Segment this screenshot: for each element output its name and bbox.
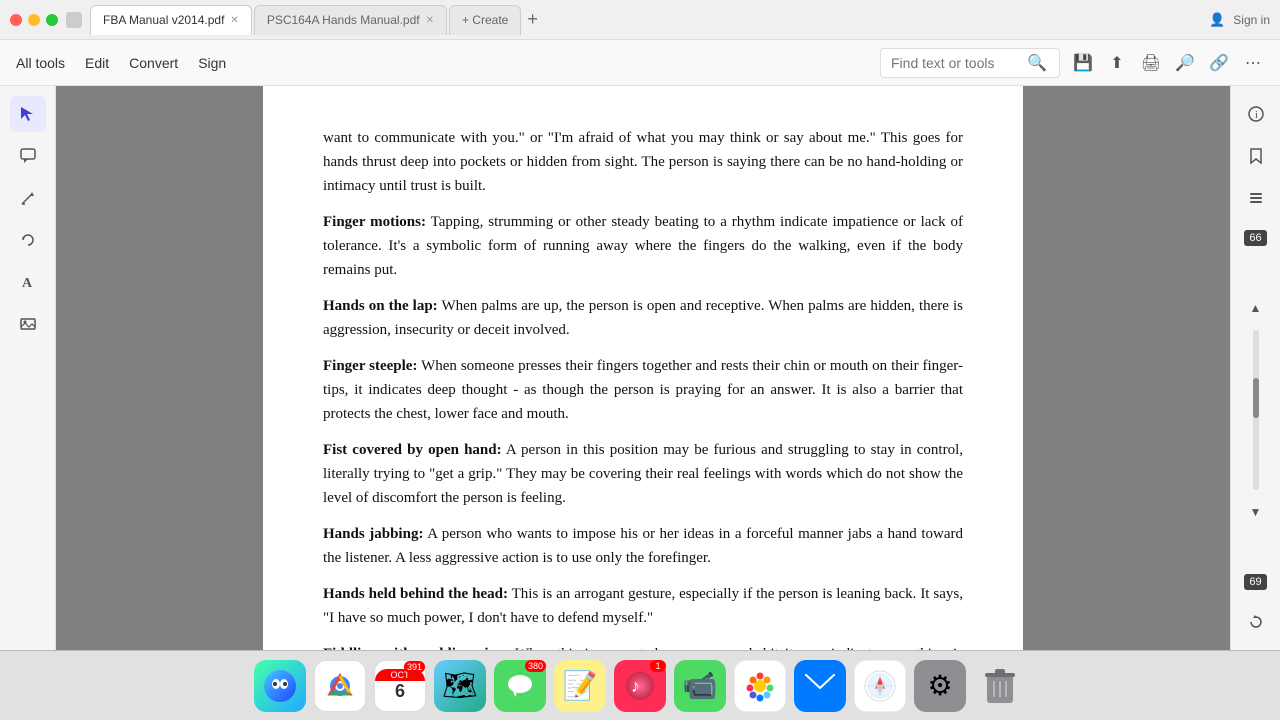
browser-bar: FBA Manual v2014.pdf ✕ PSC164A Hands Man… xyxy=(0,0,1280,40)
toolbar-right: 🔍 💾 ⬆ 🖨 🔎 🔗 ⋯ xyxy=(880,48,1264,78)
calendar-dock-icon[interactable]: OCT 6 391 xyxy=(374,660,426,712)
photos-dock-icon[interactable] xyxy=(734,660,786,712)
safari-dock-icon[interactable] xyxy=(854,660,906,712)
paragraph-8: Fiddling with wedding ring: When this is… xyxy=(323,642,963,650)
all-tools-menu[interactable]: All tools xyxy=(16,51,65,75)
right-sidebar: i 66 ▲ ▼ 69 xyxy=(1230,86,1280,650)
search-icon[interactable]: 🔍 xyxy=(1027,53,1047,73)
close-button[interactable] xyxy=(10,14,22,26)
messages-dock-icon[interactable]: 380 xyxy=(494,660,546,712)
maximize-button[interactable] xyxy=(46,14,58,26)
edit-menu[interactable]: Edit xyxy=(85,51,109,75)
settings-dock-icon[interactable]: ⚙ xyxy=(914,660,966,712)
paragraph-5: Fist covered by open hand: A person in t… xyxy=(323,438,963,510)
convert-menu[interactable]: Convert xyxy=(129,51,178,75)
image-tool[interactable] xyxy=(10,306,46,342)
content-wrapper: A want to communicate with you." or "I'm… xyxy=(0,86,1280,650)
facetime-dock-icon[interactable]: 📹 xyxy=(674,660,726,712)
text-tool[interactable]: A xyxy=(10,264,46,300)
paragraph-7: Hands held behind the head: This is an a… xyxy=(323,582,963,630)
upload-icon[interactable]: ⬆ xyxy=(1106,52,1128,74)
toolbar-left: All tools Edit Convert Sign xyxy=(16,51,226,75)
more-icon[interactable]: ⋯ xyxy=(1242,52,1264,74)
sign-menu[interactable]: Sign xyxy=(198,51,226,75)
right-bookmark-icon[interactable] xyxy=(1238,138,1274,174)
scroll-up-icon[interactable]: ▲ xyxy=(1238,290,1274,326)
link-icon[interactable]: 🔗 xyxy=(1208,52,1230,74)
sign-in-label[interactable]: Sign in xyxy=(1233,13,1270,27)
paragraph-3: Hands on the lap: When palms are up, the… xyxy=(323,294,963,342)
minimize-button[interactable] xyxy=(28,14,40,26)
mail-dock-icon[interactable] xyxy=(794,660,846,712)
account-icon[interactable]: 👤 xyxy=(1209,12,1225,28)
tab-create[interactable]: + Create xyxy=(449,5,521,35)
svg-text:i: i xyxy=(1255,109,1258,121)
tab-fba-label: FBA Manual v2014.pdf xyxy=(103,13,224,27)
comment-tool[interactable] xyxy=(10,138,46,174)
rotate-tool[interactable] xyxy=(10,222,46,258)
save-icon[interactable]: 💾 xyxy=(1072,52,1094,74)
pdf-content: want to communicate with you." or "I'm a… xyxy=(323,126,963,650)
scroll-down-icon[interactable]: ▼ xyxy=(1238,494,1274,530)
cursor-tool[interactable] xyxy=(10,96,46,132)
paragraph-4: Finger steeple: When someone presses the… xyxy=(323,354,963,426)
music-badge: 1 xyxy=(650,660,666,672)
tab-psc[interactable]: PSC164A Hands Manual.pdf ✕ xyxy=(254,5,447,35)
pdf-viewer: want to communicate with you." or "I'm a… xyxy=(56,86,1230,650)
new-tab-button[interactable]: + xyxy=(527,9,538,30)
svg-text:♪: ♪ xyxy=(631,676,640,696)
tab-bar: FBA Manual v2014.pdf ✕ PSC164A Hands Man… xyxy=(90,0,1201,39)
finder-icon[interactable] xyxy=(254,660,306,712)
search-input[interactable] xyxy=(891,55,1021,71)
chrome-dock-icon[interactable] xyxy=(314,660,366,712)
tab-create-label: + Create xyxy=(462,13,508,27)
zoom-icon[interactable]: 🔎 xyxy=(1174,52,1196,74)
print-icon[interactable]: 🖨 xyxy=(1140,52,1162,74)
calendar-badge: 391 xyxy=(404,661,425,673)
messages-badge: 380 xyxy=(525,660,546,672)
tab-fba-close[interactable]: ✕ xyxy=(230,15,238,26)
dock: OCT 6 391 🗺 380 📝 ♪ 1 📹 ⚙ xyxy=(0,650,1280,720)
browser-logo xyxy=(66,12,82,28)
pdf-toolbar: All tools Edit Convert Sign 🔍 💾 ⬆ 🖨 🔎 🔗 … xyxy=(0,40,1280,86)
right-layers-icon[interactable] xyxy=(1238,180,1274,216)
right-rotate-icon[interactable] xyxy=(1238,604,1274,640)
left-sidebar: A xyxy=(0,86,56,650)
tab-psc-label: PSC164A Hands Manual.pdf xyxy=(267,13,420,27)
trash-dock-icon[interactable] xyxy=(974,660,1026,712)
pdf-page: want to communicate with you." or "I'm a… xyxy=(263,86,1023,650)
right-info-icon[interactable]: i xyxy=(1238,96,1274,132)
page-num-66: 66 xyxy=(1244,230,1266,246)
traffic-lights xyxy=(10,14,58,26)
paragraph-2: Finger motions: Tapping, strumming or ot… xyxy=(323,210,963,282)
tab-fba[interactable]: FBA Manual v2014.pdf ✕ xyxy=(90,5,252,35)
page-num-69: 69 xyxy=(1244,574,1266,590)
maps-dock-icon[interactable]: 🗺 xyxy=(434,660,486,712)
notes-dock-icon[interactable]: 📝 xyxy=(554,660,606,712)
browser-actions: 👤 Sign in xyxy=(1209,12,1270,28)
tab-psc-close[interactable]: ✕ xyxy=(426,15,434,26)
music-dock-icon[interactable]: ♪ 1 xyxy=(614,660,666,712)
pen-tool[interactable] xyxy=(10,180,46,216)
paragraph-6: Hands jabbing: A person who wants to imp… xyxy=(323,522,963,570)
search-bar[interactable]: 🔍 xyxy=(880,48,1060,78)
paragraph-1: want to communicate with you." or "I'm a… xyxy=(323,126,963,198)
svg-text:A: A xyxy=(22,276,33,291)
